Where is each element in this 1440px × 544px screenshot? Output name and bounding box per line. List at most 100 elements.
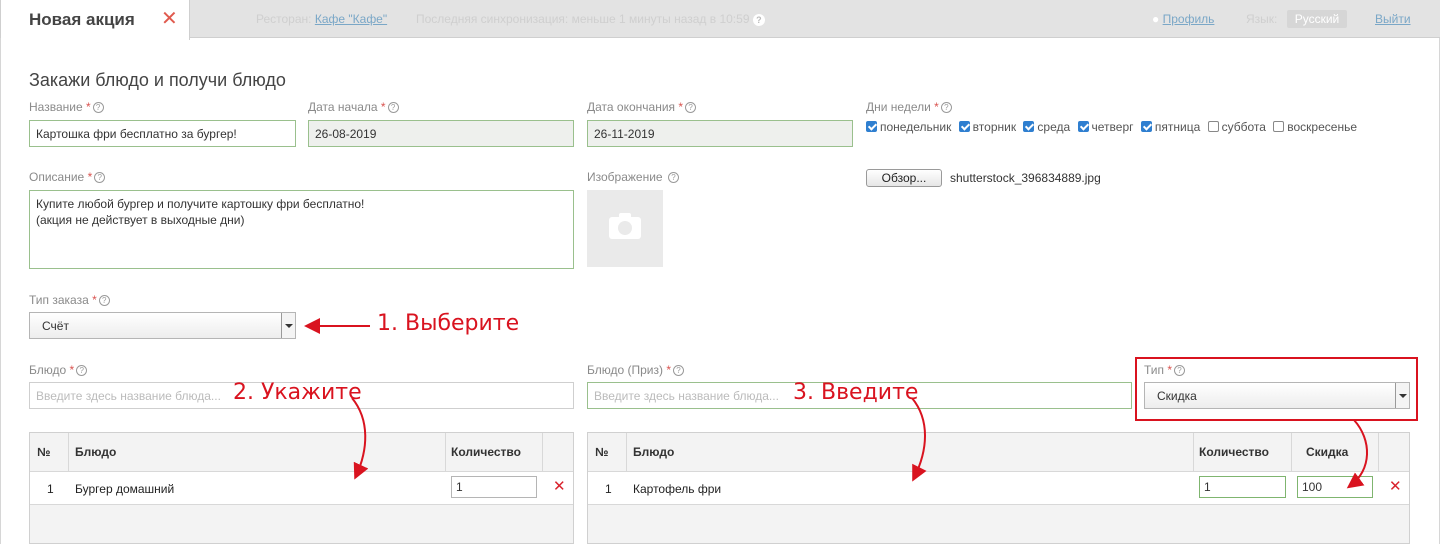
- weekday-tuesday[interactable]: вторник: [958, 120, 1017, 134]
- help-icon[interactable]: ?: [98, 295, 110, 306]
- name-input[interactable]: Картошка фри бесплатно за бургер!: [29, 120, 296, 147]
- checkbox[interactable]: [1077, 121, 1089, 132]
- discount-value: 100: [1302, 480, 1323, 494]
- column-header-num: №: [595, 445, 609, 459]
- help-icon[interactable]: ?: [940, 102, 952, 113]
- close-icon[interactable]: ✕: [161, 9, 178, 29]
- info-icon[interactable]: ?: [752, 13, 765, 26]
- weekday-saturday[interactable]: суббота: [1207, 120, 1266, 134]
- column-header-num: №: [37, 445, 51, 459]
- description-label: Описание *?: [29, 170, 106, 184]
- weekday-label: пятница: [1154, 120, 1201, 134]
- highlight-box: [1135, 357, 1418, 421]
- column-header-dish[interactable]: Блюдо: [75, 445, 116, 459]
- name-label-text: Название: [29, 100, 83, 114]
- help-icon[interactable]: ?: [76, 365, 88, 376]
- browse-button[interactable]: Обзор...: [866, 169, 942, 187]
- end-date-input[interactable]: 26-11-2019: [587, 120, 853, 147]
- help-icon[interactable]: ?: [667, 172, 679, 183]
- dish-label: Блюдо *?: [29, 363, 88, 377]
- image-label: Изображение ?: [587, 170, 679, 184]
- order-type-label: Тип заказа *?: [29, 293, 110, 307]
- tab-new-promotion[interactable]: Новая акция ✕: [0, 0, 190, 40]
- camera-icon: [609, 213, 641, 239]
- weekday-label: воскресенье: [1287, 120, 1358, 134]
- tab-title: Новая акция: [29, 10, 135, 29]
- annotation-step-3: 3. Введите: [793, 380, 919, 405]
- image-preview: [587, 190, 663, 267]
- language-select[interactable]: Русский: [1287, 10, 1347, 28]
- weekday-wednesday[interactable]: среда: [1023, 120, 1070, 134]
- table-header: № Блюдо Количество: [30, 433, 573, 472]
- column-header-quantity[interactable]: Количество: [451, 445, 521, 459]
- checkbox[interactable]: [1140, 121, 1152, 132]
- logout-link[interactable]: Выйти: [1375, 12, 1411, 26]
- weekday-friday[interactable]: пятница: [1140, 120, 1201, 134]
- help-icon[interactable]: ?: [92, 102, 104, 113]
- checkbox[interactable]: [958, 121, 970, 132]
- weekday-label: суббота: [1221, 120, 1266, 134]
- checkbox[interactable]: [1273, 121, 1285, 132]
- restaurant-label: Ресторан:: [256, 12, 312, 26]
- restaurant-link[interactable]: Кафе "Кафе": [315, 12, 387, 26]
- row-dish-name: Бургер домашний: [75, 482, 175, 496]
- discount-input[interactable]: 100: [1297, 476, 1373, 498]
- help-icon[interactable]: ?: [94, 172, 106, 183]
- row-dish-name: Картофель фри: [633, 482, 722, 496]
- dish-label-text: Блюдо: [29, 363, 67, 377]
- profile-label: Профиль: [1162, 12, 1215, 26]
- weekdays-checkboxes: понедельник вторник среда четверг пятниц…: [866, 120, 1361, 134]
- language-label: Язык:: [1246, 12, 1278, 26]
- column-header-discount[interactable]: Скидка: [1306, 445, 1348, 459]
- table-row: 1 Бургер домашний 1 ✕: [30, 472, 573, 505]
- quantity-value: 1: [1204, 480, 1211, 494]
- profile-link[interactable]: ● Профиль: [1152, 12, 1214, 26]
- weekday-thursday[interactable]: четверг: [1077, 120, 1134, 134]
- quantity-value: 1: [456, 480, 463, 494]
- restaurant-info: Ресторан: Кафе "Кафе": [256, 12, 387, 26]
- column-header-quantity[interactable]: Количество: [1199, 445, 1269, 459]
- name-label: Название *?: [29, 100, 104, 114]
- annotation-step-1: 1. Выберите: [377, 311, 520, 336]
- end-date-label: Дата окончания *?: [587, 100, 697, 114]
- quantity-input[interactable]: 1: [1199, 476, 1286, 498]
- dish-table: № Блюдо Количество 1 Бургер домашний 1 ✕: [29, 432, 574, 544]
- weekday-monday[interactable]: понедельник: [866, 120, 951, 134]
- help-icon[interactable]: ?: [673, 365, 684, 376]
- weekdays-label: Дни недели *?: [866, 100, 952, 114]
- table-header: № Блюдо Количество Скидка: [588, 433, 1409, 472]
- checkbox[interactable]: [1023, 121, 1035, 132]
- delete-icon[interactable]: ✕: [553, 479, 566, 494]
- weekday-label: понедельник: [880, 120, 952, 134]
- start-date-label: Дата начала *?: [308, 100, 399, 114]
- weekday-label: вторник: [972, 120, 1017, 134]
- weekday-label: среда: [1037, 120, 1071, 134]
- chevron-down-icon[interactable]: [281, 313, 295, 338]
- prize-table: № Блюдо Количество Скидка 1 Картофель фр…: [587, 432, 1410, 544]
- end-date-label-text: Дата окончания: [587, 100, 676, 114]
- column-header-dish[interactable]: Блюдо: [633, 445, 674, 459]
- checkbox[interactable]: [866, 121, 877, 132]
- prize-dish-label: Блюдо (Приз) *?: [587, 363, 684, 377]
- help-icon[interactable]: ?: [387, 102, 399, 113]
- image-label-text: Изображение: [587, 170, 663, 184]
- description-textarea[interactable]: Купите любой бургер и получите картошку …: [29, 190, 574, 269]
- weekdays-label-text: Дни недели: [866, 100, 931, 114]
- help-icon[interactable]: ?: [685, 102, 697, 113]
- prize-dish-placeholder: Введите здесь название блюда...: [594, 389, 779, 403]
- dish-placeholder: Введите здесь название блюда...: [36, 389, 221, 403]
- row-number: 1: [47, 482, 54, 496]
- description-label-text: Описание: [29, 170, 85, 184]
- prize-dish-label-text: Блюдо (Приз): [587, 363, 663, 377]
- delete-icon[interactable]: ✕: [1389, 479, 1402, 494]
- order-type-label-text: Тип заказа: [29, 293, 89, 307]
- checkbox[interactable]: [1207, 121, 1219, 132]
- start-date-label-text: Дата начала: [308, 100, 378, 114]
- weekday-sunday[interactable]: воскресенье: [1273, 120, 1357, 134]
- start-date-input[interactable]: 26-08-2019: [308, 120, 574, 147]
- order-type-select[interactable]: Счёт: [29, 312, 296, 339]
- row-number: 1: [605, 482, 612, 496]
- page-title: Закажи блюдо и получи блюдо: [29, 70, 286, 90]
- quantity-input[interactable]: 1: [451, 476, 537, 498]
- top-bar: Ресторан: Кафе "Кафе" Последняя синхрони…: [0, 0, 1440, 38]
